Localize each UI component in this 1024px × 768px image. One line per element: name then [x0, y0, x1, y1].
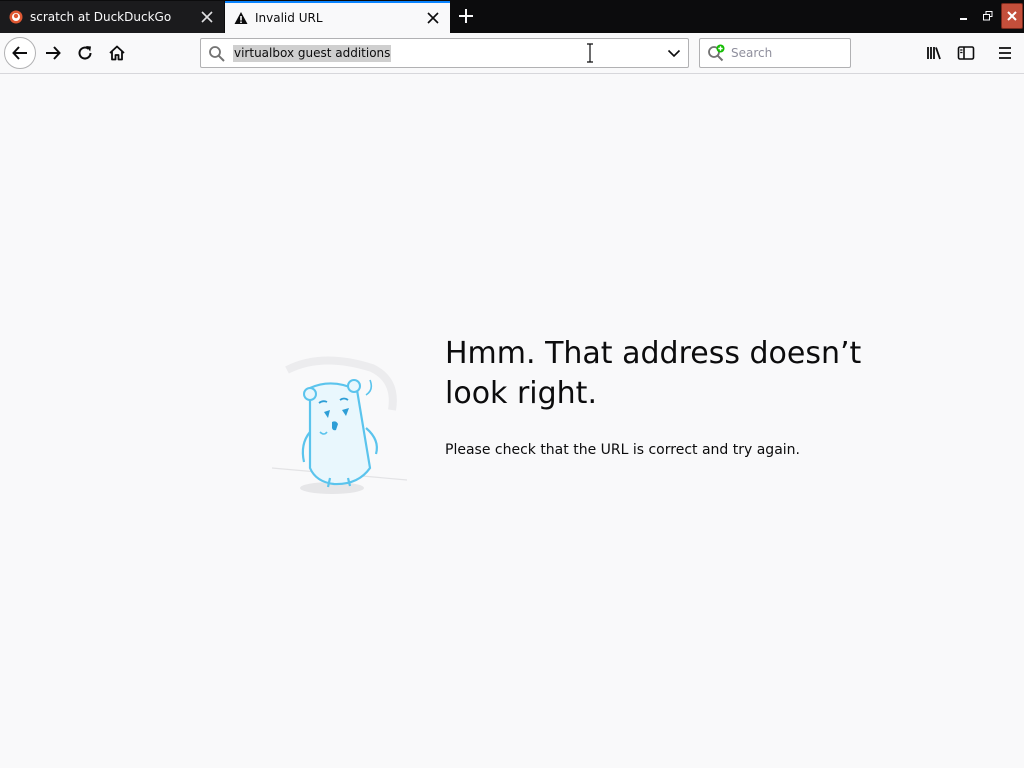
duckduckgo-icon — [8, 9, 24, 25]
tab-label: Invalid URL — [255, 11, 323, 25]
text-cursor-icon — [587, 43, 593, 63]
home-icon — [109, 45, 125, 61]
chevron-down-icon[interactable] — [667, 46, 681, 60]
tab-strip: scratch at DuckDuckGo Invalid URL — [0, 0, 1024, 33]
forward-arrow-icon — [46, 46, 61, 60]
error-title: Hmm. That address doesn’t look right. — [445, 336, 862, 411]
search-bar[interactable] — [699, 38, 851, 68]
search-input[interactable] — [731, 43, 841, 63]
library-icon — [927, 47, 941, 60]
search-icon — [209, 46, 225, 62]
close-tab-icon[interactable] — [198, 8, 216, 26]
plus-icon — [459, 9, 473, 23]
restore-icon — [982, 11, 992, 21]
home-button[interactable] — [101, 37, 133, 69]
tab-invalid-url[interactable]: Invalid URL — [225, 1, 450, 33]
warning-icon — [233, 10, 249, 26]
sidebar-button[interactable] — [950, 37, 982, 69]
back-button[interactable] — [4, 37, 36, 69]
error-message: Please check that the URL is correct and… — [445, 442, 800, 458]
address-bar[interactable]: virtualbox guest additions — [200, 38, 689, 68]
sidebar-icon — [957, 46, 975, 60]
tab-duckduckgo[interactable]: scratch at DuckDuckGo — [0, 1, 224, 33]
hamburger-menu-icon — [999, 47, 1011, 59]
error-page: Hmm. That address doesn’t look right. Pl… — [0, 75, 1024, 768]
minimize-icon — [959, 18, 967, 20]
restore-button[interactable] — [977, 3, 998, 29]
close-icon — [1007, 11, 1017, 21]
reload-button[interactable] — [69, 37, 101, 69]
library-button[interactable] — [918, 37, 950, 69]
back-arrow-icon — [12, 46, 27, 60]
forward-button[interactable] — [37, 37, 69, 69]
url-input-value[interactable]: virtualbox guest additions — [233, 45, 392, 62]
navigation-toolbar: virtualbox guest additions — [0, 33, 1024, 74]
close-tab-icon[interactable] — [424, 9, 442, 27]
menu-button[interactable] — [989, 37, 1021, 69]
reload-icon — [78, 46, 92, 60]
new-tab-button[interactable] — [454, 4, 478, 28]
close-window-button[interactable] — [1001, 3, 1023, 29]
minimize-button[interactable] — [953, 3, 974, 29]
confused-hamster-illustration — [271, 356, 408, 494]
search-engine-icon[interactable] — [707, 44, 727, 62]
tab-label: scratch at DuckDuckGo — [30, 10, 172, 24]
